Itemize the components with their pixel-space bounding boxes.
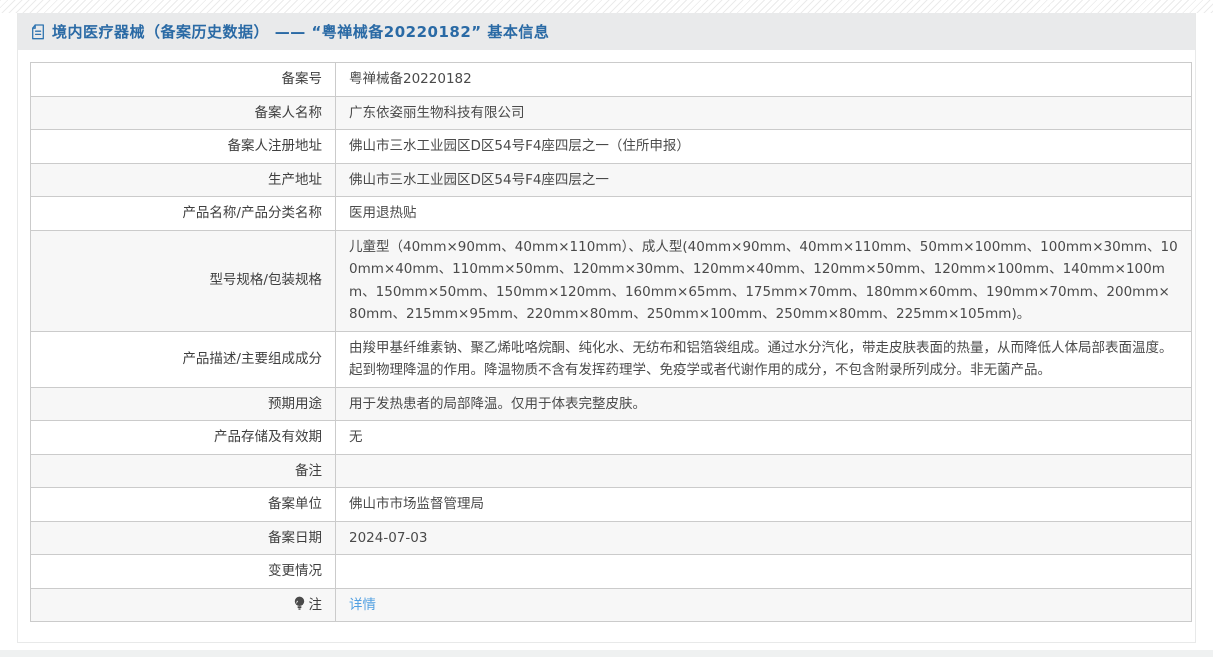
title-bar: 境内医疗器械（备案历史数据） —— “粤禅械备20220182” 基本信息 — [18, 13, 1195, 50]
row-label: 备注 — [30, 453, 336, 488]
row-label-text: 预期用途 — [268, 395, 322, 412]
row-label: 备案单位 — [30, 487, 336, 522]
row-value: 无 — [335, 420, 1192, 455]
row-value-text: 2024-07-03 — [349, 529, 428, 546]
row-label-text: 变更情况 — [268, 563, 322, 579]
table-row: 注 详情 — [30, 587, 1192, 622]
row-label: 备案号 — [30, 62, 336, 97]
row-value-text: 佛山市三水工业园区D区54号F4座四层之一 — [349, 171, 609, 188]
row-label: 注 — [30, 587, 336, 622]
table-row: 备案号 粤禅械备20220182 — [30, 62, 1192, 97]
table-row: 生产地址 佛山市三水工业园区D区54号F4座四层之一 — [30, 162, 1192, 197]
row-value: 佛山市三水工业园区D区54号F4座四层之一 — [335, 162, 1192, 197]
row-value-text: 用于发热患者的局部降温。仅用于体表完整皮肤。 — [349, 395, 646, 412]
row-value: 佛山市市场监督管理局 — [335, 487, 1192, 522]
row-value: 粤禅械备20220182 — [335, 62, 1192, 97]
page-title: 境内医疗器械（备案历史数据） —— “粤禅械备20220182” 基本信息 — [52, 23, 550, 41]
table-row: 产品存储及有效期 无 — [30, 420, 1192, 455]
row-label-text: 备案号 — [281, 71, 323, 87]
row-value-text: 由羧甲基纤维素钠、聚乙烯吡咯烷酮、纯化水、无纺布和铝箔袋组成。通过水分汽化，带走… — [349, 339, 1173, 379]
row-value: 医用退热贴 — [335, 196, 1192, 231]
document-icon — [31, 24, 45, 40]
row-value: 佛山市三水工业园区D区54号F4座四层之一（住所申报） — [335, 129, 1192, 164]
row-label: 产品名称/产品分类名称 — [30, 196, 336, 231]
row-label-text: 产品存储及有效期 — [214, 429, 322, 445]
row-label: 型号规格/包装规格 — [30, 229, 336, 332]
row-label: 产品存储及有效期 — [30, 420, 336, 455]
row-value-text: 无 — [349, 429, 363, 445]
row-value: 广东依姿丽生物科技有限公司 — [335, 95, 1192, 130]
row-label-text: 备案人名称 — [254, 104, 323, 121]
table-row: 备案人名称 广东依姿丽生物科技有限公司 — [30, 95, 1192, 130]
table-row: 备案日期 2024-07-03 — [30, 520, 1192, 555]
row-value-text: 粤禅械备20220182 — [349, 71, 472, 87]
row-label: 备案人名称 — [30, 95, 336, 130]
row-label-text: 产品描述/主要组成成分 — [182, 350, 322, 367]
row-value: 详情 — [335, 587, 1192, 622]
row-value: 儿童型（40mm×90mm、40mm×110mm）、成人型(40mm×90mm、… — [335, 229, 1192, 332]
row-value-text: 医用退热贴 — [349, 205, 417, 221]
row-label: 备案日期 — [30, 520, 336, 555]
info-table-wrap: 备案号 粤禅械备20220182 备案人名称 广东依姿丽生物科技有限公司 备案人… — [30, 62, 1192, 622]
note-icon — [293, 596, 306, 611]
row-value-text: 佛山市市场监督管理局 — [349, 496, 484, 512]
info-table-body: 备案号 粤禅械备20220182 备案人名称 广东依姿丽生物科技有限公司 备案人… — [30, 62, 1192, 622]
row-value-text: 佛山市三水工业园区D区54号F4座四层之一（住所申报） — [349, 138, 690, 154]
row-label-text: 生产地址 — [268, 171, 322, 188]
row-value: 由羧甲基纤维素钠、聚乙烯吡咯烷酮、纯化水、无纺布和铝箔袋组成。通过水分汽化，带走… — [335, 330, 1192, 388]
row-label: 备案人注册地址 — [30, 129, 336, 164]
table-row: 产品名称/产品分类名称 医用退热贴 — [30, 196, 1192, 231]
table-row: 备案人注册地址 佛山市三水工业园区D区54号F4座四层之一（住所申报） — [30, 129, 1192, 164]
row-value: 2024-07-03 — [335, 520, 1192, 555]
table-row: 产品描述/主要组成成分 由羧甲基纤维素钠、聚乙烯吡咯烷酮、纯化水、无纺布和铝箔袋… — [30, 330, 1192, 388]
row-value — [335, 453, 1192, 488]
row-label-text: 备注 — [295, 462, 322, 479]
table-row: 预期用途 用于发热患者的局部降温。仅用于体表完整皮肤。 — [30, 386, 1192, 421]
row-value-text: 儿童型（40mm×90mm、40mm×110mm）、成人型(40mm×90mm、… — [349, 238, 1178, 323]
info-table: 备案号 粤禅械备20220182 备案人名称 广东依姿丽生物科技有限公司 备案人… — [30, 62, 1192, 622]
row-label: 产品描述/主要组成成分 — [30, 330, 336, 388]
row-value — [335, 554, 1192, 589]
table-row: 变更情况 — [30, 554, 1192, 589]
row-value-text: 广东依姿丽生物科技有限公司 — [349, 104, 525, 121]
row-value: 用于发热患者的局部降温。仅用于体表完整皮肤。 — [335, 386, 1192, 421]
page-background-bottom — [0, 650, 1213, 657]
row-label-text: 备案日期 — [268, 529, 322, 546]
row-label-text: 备案人注册地址 — [227, 138, 323, 154]
row-label-text: 备案单位 — [268, 496, 322, 512]
table-row: 备案单位 佛山市市场监督管理局 — [30, 487, 1192, 522]
row-label-text: 型号规格/包装规格 — [209, 272, 322, 289]
page-top-pattern — [0, 0, 1213, 13]
content-card: 境内医疗器械（备案历史数据） —— “粤禅械备20220182” 基本信息 备案… — [17, 13, 1196, 643]
table-row: 型号规格/包装规格 儿童型（40mm×90mm、40mm×110mm）、成人型(… — [30, 229, 1192, 332]
row-label: 生产地址 — [30, 162, 336, 197]
detail-link[interactable]: 详情 — [349, 597, 376, 613]
row-label: 预期用途 — [30, 386, 336, 421]
table-row: 备注 — [30, 453, 1192, 488]
row-label-text: 注 — [308, 596, 323, 613]
row-label: 变更情况 — [30, 554, 336, 589]
row-label-text: 产品名称/产品分类名称 — [182, 205, 322, 221]
